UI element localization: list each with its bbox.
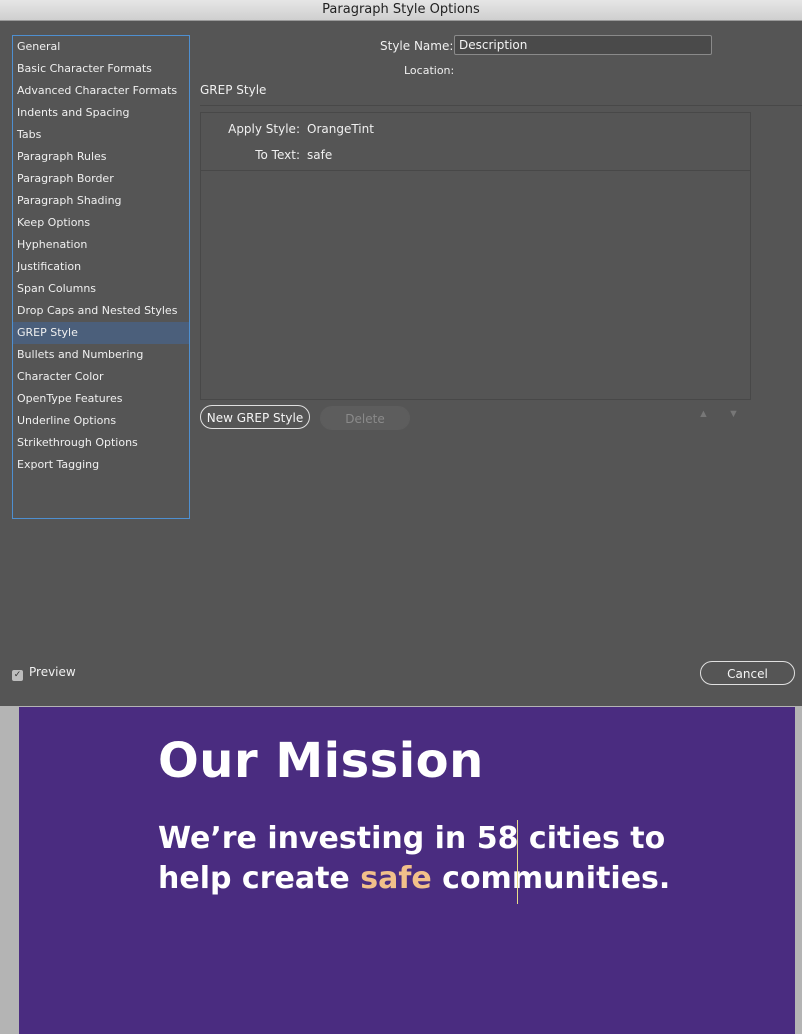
window-title: Paragraph Style Options xyxy=(322,2,480,17)
body-text-highlight: safe xyxy=(360,861,432,896)
category-item[interactable]: Advanced Character Formats xyxy=(13,80,189,102)
category-item[interactable]: Tabs xyxy=(13,124,189,146)
to-text-value[interactable]: safe xyxy=(307,148,332,162)
category-item[interactable]: Drop Caps and Nested Styles xyxy=(13,300,189,322)
style-name-label: Style Name: xyxy=(380,39,454,53)
category-item[interactable]: Keep Options xyxy=(13,212,189,234)
paragraph-style-options-dialog: General Basic Character Formats Advanced C… xyxy=(0,21,802,706)
move-up-icon[interactable]: ▲ xyxy=(698,408,709,420)
document-heading[interactable]: Our Mission xyxy=(158,733,484,789)
preview-checkbox[interactable]: ✓ Preview xyxy=(12,665,76,681)
category-item[interactable]: Justification xyxy=(13,256,189,278)
style-name-input[interactable] xyxy=(454,35,712,55)
body-text-after: communities. xyxy=(431,861,671,896)
cancel-button[interactable]: Cancel xyxy=(700,661,795,685)
text-cursor xyxy=(517,820,518,904)
apply-style-label: Apply Style: xyxy=(228,122,300,136)
category-item[interactable]: Paragraph Shading xyxy=(13,190,189,212)
category-item[interactable]: Bullets and Numbering xyxy=(13,344,189,366)
grep-style-list[interactable]: Apply Style: OrangeTint To Text: safe xyxy=(200,112,751,400)
category-item[interactable]: Basic Character Formats xyxy=(13,58,189,80)
category-list[interactable]: General Basic Character Formats Advanced C… xyxy=(12,35,190,519)
category-item[interactable]: Strikethrough Options xyxy=(13,432,189,454)
category-item[interactable]: General xyxy=(13,36,189,58)
window-title-bar: Paragraph Style Options xyxy=(0,0,802,21)
checkmark-icon[interactable]: ✓ xyxy=(12,670,23,681)
category-item[interactable]: GREP Style xyxy=(13,322,189,344)
grep-section-title: GREP Style xyxy=(200,83,267,97)
section-divider xyxy=(200,105,802,106)
category-item[interactable]: OpenType Features xyxy=(13,388,189,410)
preview-label: Preview xyxy=(29,665,76,679)
apply-style-value[interactable]: OrangeTint xyxy=(307,122,374,136)
location-label: Location: xyxy=(404,64,455,77)
category-item[interactable]: Span Columns xyxy=(13,278,189,300)
category-item[interactable]: Underline Options xyxy=(13,410,189,432)
grep-row-divider xyxy=(201,170,750,171)
document-body-text[interactable]: We’re investing in 58 cities to help cre… xyxy=(158,819,718,899)
category-item[interactable]: Paragraph Border xyxy=(13,168,189,190)
category-item[interactable]: Character Color xyxy=(13,366,189,388)
to-text-label: To Text: xyxy=(255,148,300,162)
grep-apply-style-row[interactable]: Apply Style: OrangeTint xyxy=(201,122,750,148)
category-item[interactable]: Hyphenation xyxy=(13,234,189,256)
category-item[interactable]: Export Tagging xyxy=(13,454,189,476)
category-item[interactable]: Paragraph Rules xyxy=(13,146,189,168)
delete-grep-style-button[interactable]: Delete xyxy=(320,406,410,430)
move-down-icon[interactable]: ▼ xyxy=(728,408,739,420)
document-page[interactable]: Our Mission We’re investing in 58 cities… xyxy=(19,707,795,1034)
category-item[interactable]: Indents and Spacing xyxy=(13,102,189,124)
new-grep-style-button[interactable]: New GREP Style xyxy=(200,405,310,429)
